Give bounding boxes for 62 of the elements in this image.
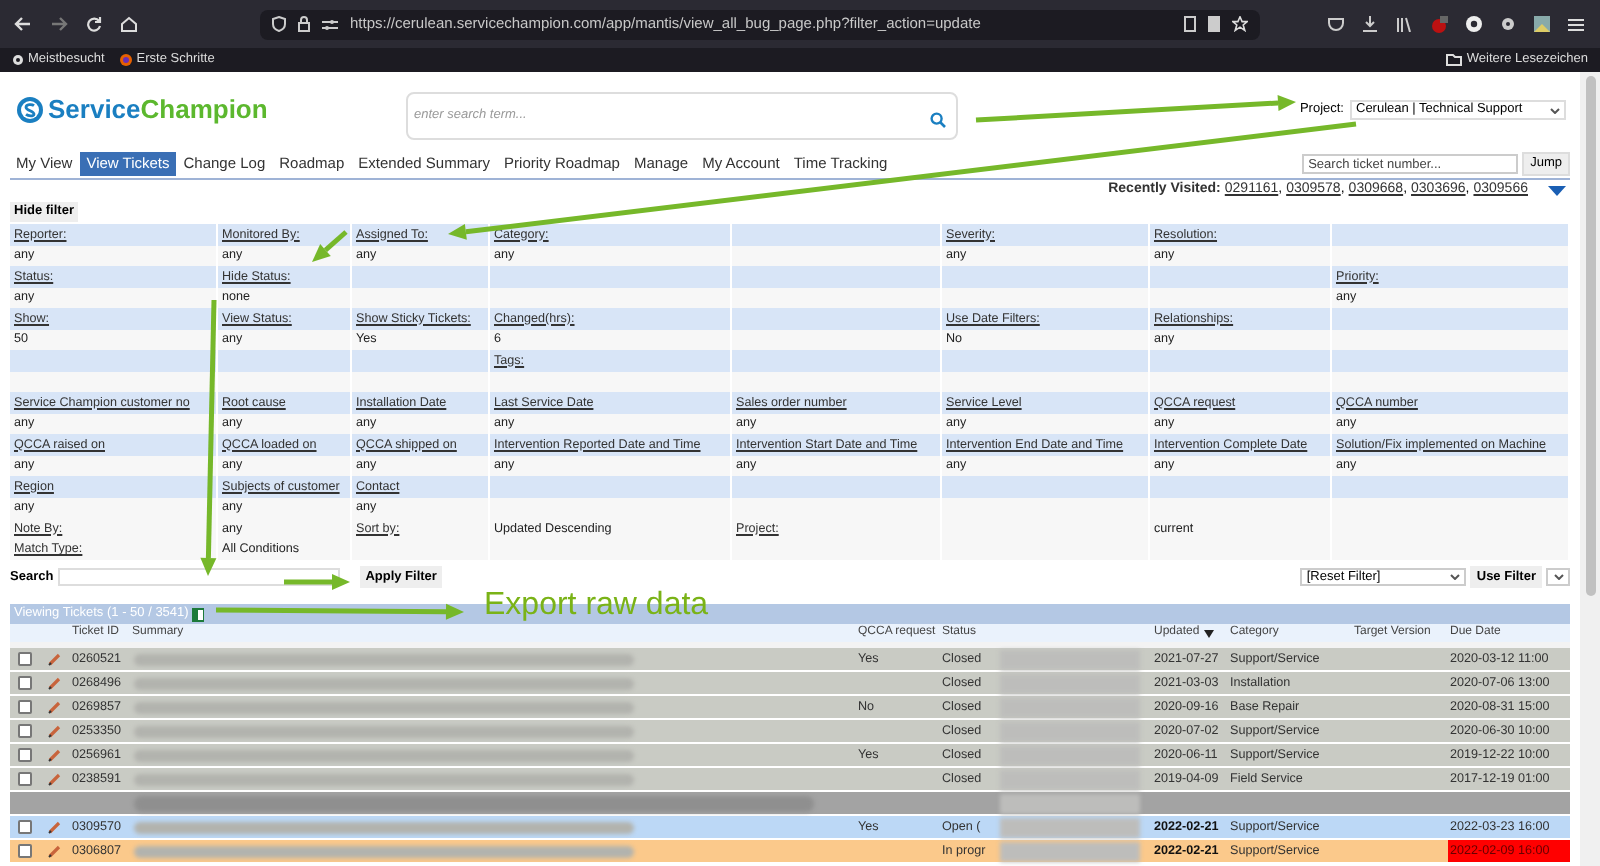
- filter-search-field[interactable]: [57, 568, 340, 586]
- pocket-icon[interactable]: [1328, 17, 1344, 31]
- chevron-down-icon: [1550, 107, 1560, 113]
- blurred-text: [1000, 721, 1140, 741]
- checkbox[interactable]: [17, 844, 31, 858]
- gear-icon: [12, 54, 24, 66]
- blurred-text: [1000, 673, 1140, 693]
- scrollbar[interactable]: [1580, 72, 1600, 866]
- folder-icon: [1446, 54, 1463, 66]
- blurred-text: [1000, 697, 1140, 717]
- chevron-down-icon: [1450, 574, 1461, 580]
- blurred-text: [1000, 769, 1140, 789]
- reload-icon[interactable]: [86, 16, 102, 32]
- pencil-icon[interactable]: [47, 844, 61, 858]
- globe-icon: [120, 54, 133, 66]
- pencil-icon[interactable]: [47, 676, 61, 690]
- pencil-icon[interactable]: [47, 652, 61, 666]
- gear-icon[interactable]: [1500, 16, 1516, 32]
- shield-icon: [272, 16, 286, 32]
- checkbox[interactable]: [17, 700, 31, 714]
- ticket-row[interactable]: [10, 792, 1570, 816]
- annotation-arrow: [312, 230, 348, 262]
- checkbox[interactable]: [17, 772, 31, 786]
- filter-options-select[interactable]: [1546, 568, 1570, 586]
- blurred-text: [1000, 745, 1140, 765]
- menu-icon[interactable]: [1568, 17, 1584, 31]
- blurred-text: [1000, 817, 1140, 837]
- lock-icon: [298, 16, 310, 32]
- blurred-text: [1000, 841, 1140, 861]
- back-icon[interactable]: [14, 16, 32, 32]
- annotation-text: Export raw data: [484, 588, 709, 624]
- chevron-down-icon: [1553, 574, 1563, 580]
- sliders-icon: [322, 17, 338, 31]
- pencil-icon[interactable]: [47, 748, 61, 762]
- checkbox[interactable]: [17, 724, 31, 738]
- download-icon[interactable]: [1362, 16, 1378, 32]
- blurred-text: [1000, 793, 1140, 813]
- pencil-icon[interactable]: [47, 724, 61, 738]
- home-icon[interactable]: [120, 16, 138, 32]
- star-icon[interactable]: [1232, 16, 1248, 32]
- checkbox[interactable]: [17, 820, 31, 834]
- sort-down-icon[interactable]: [1203, 629, 1214, 637]
- account-icon[interactable]: [1466, 16, 1482, 32]
- blurred-text: [1000, 649, 1140, 669]
- annotation-arrow: [284, 574, 350, 590]
- pencil-icon[interactable]: [47, 820, 61, 834]
- extension-icon[interactable]: [1430, 15, 1448, 33]
- logo[interactable]: ServiceChampion: [16, 90, 406, 130]
- library-icon[interactable]: [1396, 16, 1412, 32]
- checkbox[interactable]: [17, 676, 31, 690]
- logo-icon: [16, 96, 44, 124]
- collapse-triangle-icon[interactable]: [1548, 186, 1566, 196]
- scrollbar-thumb[interactable]: [1585, 76, 1595, 596]
- search-icon[interactable]: [930, 112, 946, 128]
- pencil-icon[interactable]: [47, 700, 61, 714]
- logo-text: ServiceChampion: [48, 92, 268, 129]
- pencil-icon[interactable]: [47, 772, 61, 786]
- spreadsheet-export-icon[interactable]: [192, 607, 205, 621]
- reader-icon[interactable]: [1184, 16, 1196, 32]
- checkbox[interactable]: [17, 652, 31, 666]
- forward-icon[interactable]: [50, 16, 68, 32]
- checkbox[interactable]: [17, 748, 31, 762]
